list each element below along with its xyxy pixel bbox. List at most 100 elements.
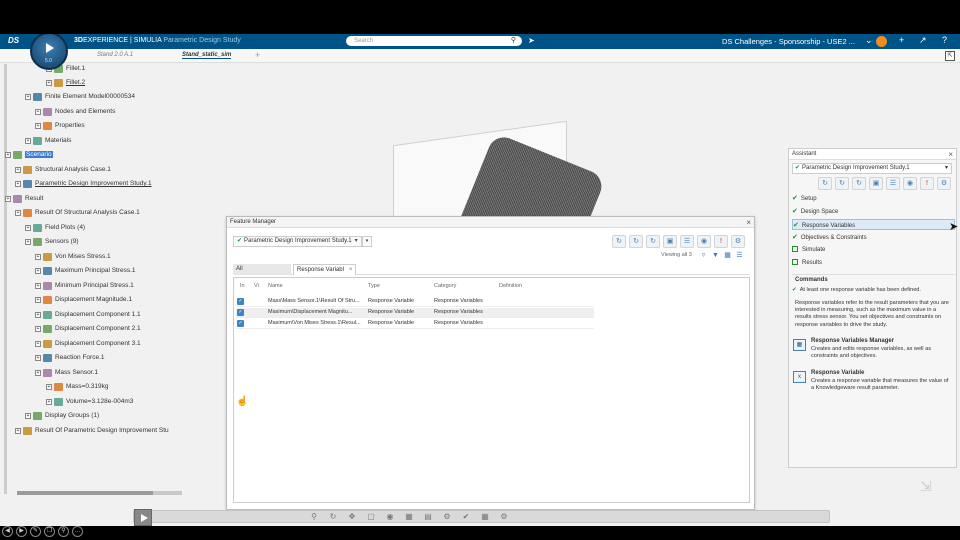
column-vi[interactable]: Vi (254, 283, 259, 289)
expand-icon[interactable]: + (35, 354, 41, 361)
expand-icon[interactable]: + (25, 412, 31, 419)
alert-icon[interactable]: ! (920, 177, 934, 190)
measure-icon[interactable]: ▦ (480, 512, 490, 522)
cube-icon[interactable]: ▢ (366, 512, 376, 522)
tree-item[interactable]: + Minimum Principal Stress.1 (35, 280, 134, 291)
grid-icon[interactable]: ▦ (723, 251, 732, 260)
add-tab-icon[interactable]: + (255, 50, 260, 60)
expand-icon[interactable]: + (46, 398, 52, 405)
check-icon[interactable]: ✔ (461, 512, 471, 522)
resize-handle-icon[interactable]: ⇲ (920, 478, 940, 498)
tree-item[interactable]: + Result Of Structural Analysis Case.1 (15, 207, 140, 218)
expand-icon[interactable]: + (25, 238, 31, 245)
tree-item[interactable]: + Materials (25, 135, 71, 146)
expand-icon[interactable]: + (35, 340, 41, 347)
tree-item[interactable]: + Reaction Force.1 (35, 352, 105, 363)
update-icon[interactable]: ↻ (629, 235, 643, 248)
list-icon[interactable]: ☰ (680, 235, 694, 248)
fit-view-icon[interactable]: ⇱ (945, 51, 955, 61)
sync-icon[interactable]: ↻ (646, 235, 660, 248)
tree-item[interactable]: + Displacement Magnitude.1 (35, 294, 132, 305)
tab-stand[interactable]: Stand 2.0 A.1 (97, 52, 133, 58)
expand-icon[interactable]: + (35, 311, 41, 318)
tab-all[interactable]: All (233, 264, 291, 275)
tree-item[interactable]: + Von Mises Stress.1 (35, 251, 111, 262)
tree-item[interactable]: + Result Of Parametric Design Improvement… (15, 425, 169, 436)
step-response-variables[interactable]: ✔ Response Variables (792, 219, 955, 230)
tab-stand-static-sim[interactable]: Stand_static_sim (182, 52, 232, 59)
list-icon[interactable]: ☰ (886, 177, 900, 190)
expand-icon[interactable]: + (5, 195, 11, 202)
tag-icon[interactable]: ➤ (528, 36, 535, 45)
tree-item[interactable]: + Sensors (9) (25, 236, 79, 247)
row-checkbox[interactable]: ✓ (237, 298, 244, 305)
rotate-icon[interactable]: ↻ (328, 512, 338, 522)
expand-icon[interactable]: + (35, 325, 41, 332)
assistant-study-selector[interactable]: ✔ Parametric Design Improvement Study.1 ▾ (792, 163, 952, 174)
copy-icon[interactable]: ❐ (44, 526, 55, 537)
tree-item[interactable]: + Structural Analysis Case.1 (15, 164, 111, 175)
gear-icon[interactable]: ⚙ (442, 512, 452, 522)
tree-item[interactable]: + Finite Element Model00000534 (25, 91, 135, 102)
platform-selector[interactable]: DS Challenges - Sponsorship - USE2 ... (722, 37, 855, 46)
tab-response-variables[interactable]: Response Variabl × (293, 264, 357, 275)
search-input[interactable]: Search ⚲ (346, 36, 522, 46)
view-icon[interactable]: ◉ (903, 177, 917, 190)
step-setup[interactable]: ✔ Setup (792, 193, 955, 204)
view-icon[interactable]: ◉ (697, 235, 711, 248)
step-design-space[interactable]: ✔ Design Space (792, 206, 955, 217)
funnel-icon[interactable]: ▼ (711, 251, 720, 260)
gear-icon[interactable]: ⚙ (937, 177, 951, 190)
filter-icon[interactable]: ▿ (699, 251, 708, 260)
play-button[interactable] (134, 509, 152, 526)
tree-item[interactable]: + Result (5, 193, 43, 204)
study-menu-button[interactable]: ▾ (362, 236, 372, 247)
table-row[interactable]: ✓ Maximum\Von Mises Stress.1\Resul... Re… (236, 319, 594, 329)
pen-icon[interactable]: ✎ (30, 526, 41, 537)
expand-icon[interactable]: + (5, 151, 11, 158)
expand-icon[interactable]: + (35, 253, 41, 260)
expand-icon[interactable]: + (35, 369, 41, 376)
tree-item[interactable]: + Properties (35, 120, 85, 131)
render-icon[interactable]: ◉ (385, 512, 395, 522)
table-row[interactable]: ✓ Maximum\Displacement Magnitu... Respon… (236, 308, 594, 318)
expand-icon[interactable]: + (46, 383, 52, 390)
more-icon[interactable]: … (72, 526, 83, 537)
expand-icon[interactable]: + (35, 122, 41, 129)
scrollbar-thumb[interactable] (17, 491, 153, 495)
share-icon[interactable]: ↗ (919, 35, 927, 46)
chevron-down-icon[interactable]: ⌄ (865, 35, 873, 46)
expand-icon[interactable]: + (35, 282, 41, 289)
step-results[interactable]: Results (792, 258, 955, 269)
table-row[interactable]: ✓ Mass\Mass Sensor.1\Result Of Stru... R… (236, 297, 594, 307)
tree-item[interactable]: + Field Plots (4) (25, 222, 85, 233)
row-checkbox[interactable]: ✓ (237, 309, 244, 316)
expand-icon[interactable]: + (35, 296, 41, 303)
expand-icon[interactable]: + (35, 267, 41, 274)
columns-icon[interactable]: ☰ (735, 251, 744, 260)
alert-icon[interactable]: ! (714, 235, 728, 248)
expand-icon[interactable]: + (35, 108, 41, 115)
expand-icon[interactable]: + (46, 79, 52, 86)
grid-icon[interactable]: ▦ (404, 512, 414, 522)
tree-item[interactable]: + Fillet.2 (46, 77, 85, 88)
column-in[interactable]: In (240, 283, 245, 289)
avatar[interactable] (876, 36, 887, 47)
expand-icon[interactable]: + (15, 166, 21, 173)
rewind-icon[interactable]: ◀ (2, 526, 13, 537)
close-icon[interactable]: × (746, 217, 751, 228)
expand-icon[interactable]: + (15, 209, 21, 216)
add-icon[interactable]: + (899, 35, 904, 45)
tree-item[interactable]: + Nodes and Elements (35, 106, 115, 117)
forward-icon[interactable]: ▶ (16, 526, 27, 537)
refresh-icon[interactable]: ↻ (612, 235, 626, 248)
tree-item[interactable]: + Displacement Component 3.1 (35, 338, 141, 349)
column-name[interactable]: Name (268, 283, 283, 289)
expand-icon[interactable]: + (15, 180, 21, 187)
settings-icon[interactable]: ⚙ (499, 512, 509, 522)
zoom-icon[interactable]: ⚲ (309, 512, 319, 522)
expand-icon[interactable]: + (25, 137, 31, 144)
section-icon[interactable]: ▤ (423, 512, 433, 522)
update-icon[interactable]: ↻ (835, 177, 849, 190)
tree-item[interactable]: + Volume=3.128e-004m3 (46, 396, 133, 407)
